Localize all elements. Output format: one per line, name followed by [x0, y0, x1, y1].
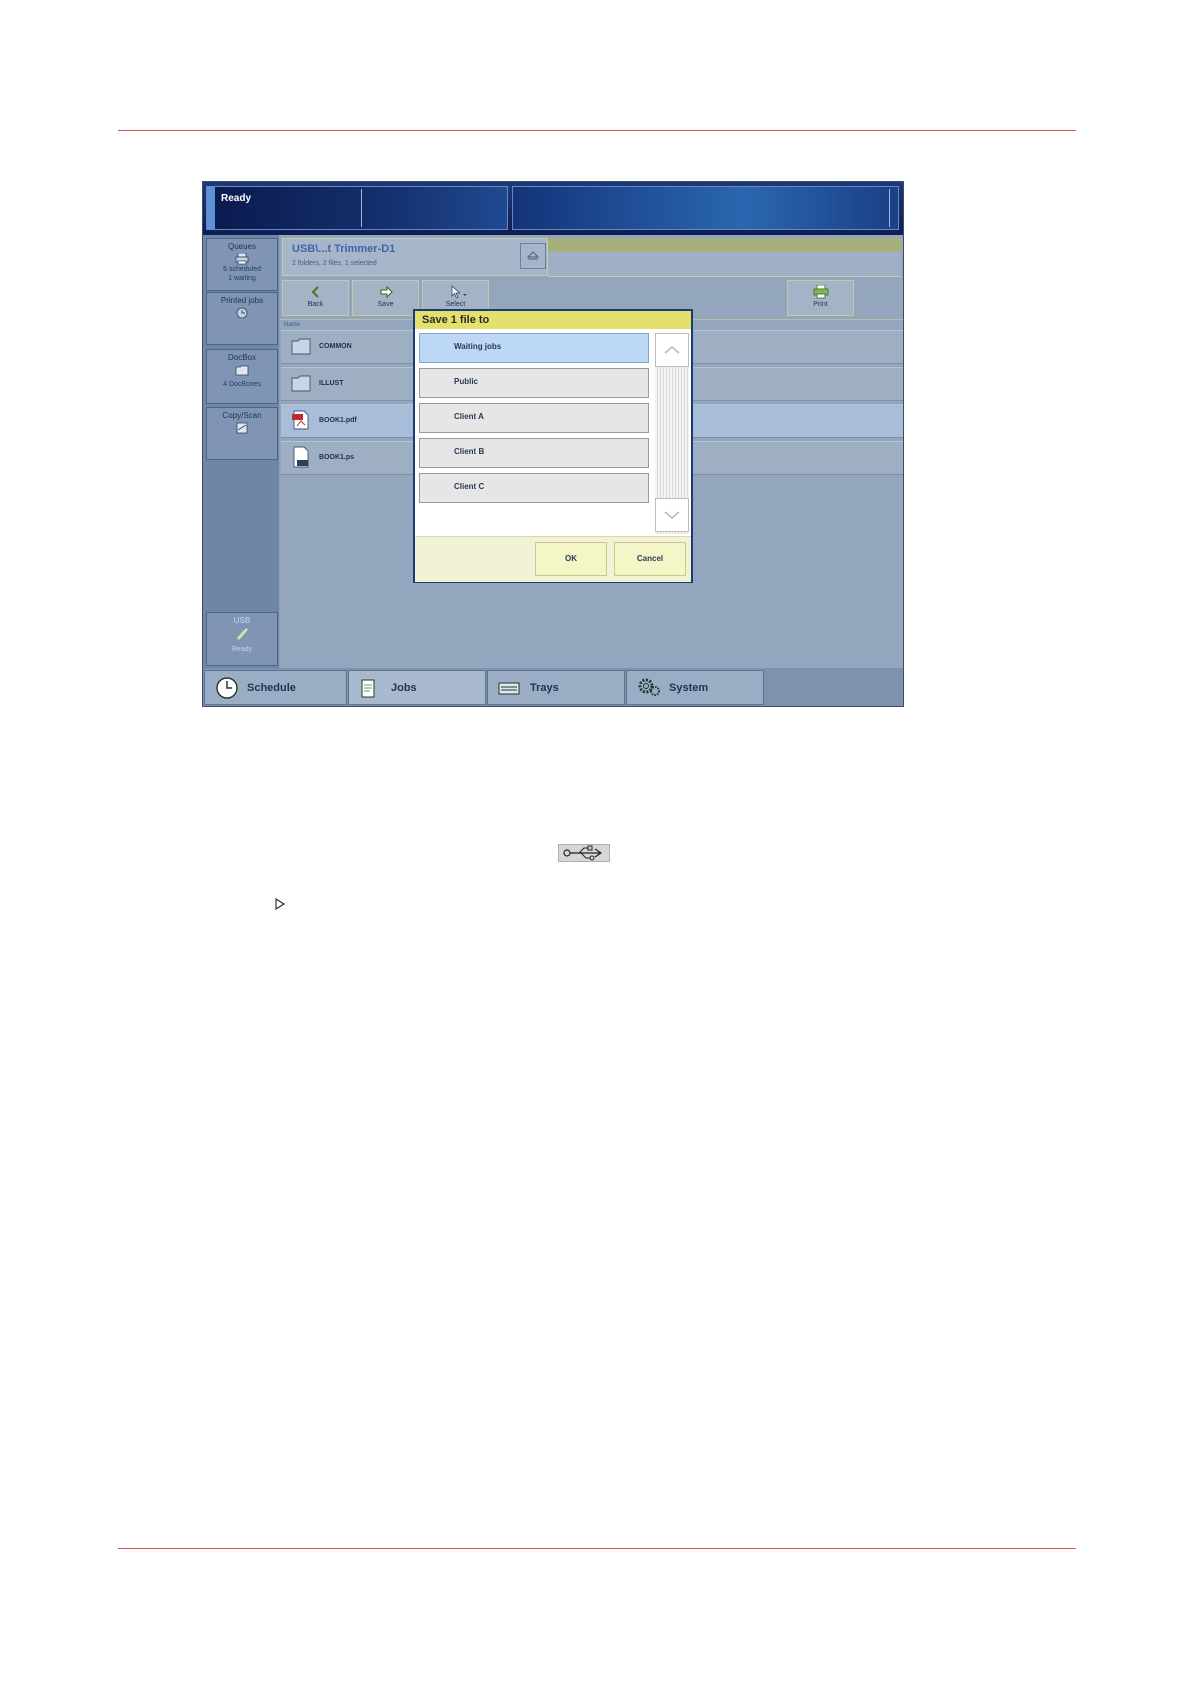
nav-docbox[interactable]: DocBox 4 DocBoxes	[206, 349, 278, 404]
nav-queues-label: Queues	[227, 242, 257, 251]
option-label: Client A	[454, 412, 484, 421]
usb-stick-icon	[236, 628, 248, 640]
printer-icon	[235, 253, 249, 265]
status-divider	[361, 189, 362, 227]
file-name: BOOK1.pdf	[319, 417, 357, 424]
save-arrow-icon	[380, 285, 393, 299]
cancel-button[interactable]: Cancel	[614, 542, 686, 576]
gear-icon	[638, 678, 660, 696]
tab-trays[interactable]: Trays	[487, 670, 625, 705]
status-divider	[889, 189, 890, 227]
dialog-footer: OK Cancel	[415, 536, 691, 582]
usb-key-icon	[558, 844, 610, 862]
bottom-tab-bar: Schedule Jobs Trays System	[203, 668, 903, 706]
scanner-icon	[236, 422, 248, 434]
option-label: Client C	[454, 482, 485, 491]
file-name: COMMON	[319, 343, 352, 350]
trays-icon	[498, 682, 520, 695]
column-header-name: Name	[284, 322, 301, 328]
eject-icon	[526, 251, 540, 260]
option-label: Waiting jobs	[454, 342, 502, 351]
printed-jobs-icon	[236, 307, 248, 319]
printer-icon	[813, 285, 828, 299]
ok-button[interactable]: OK	[535, 542, 607, 576]
tab-system-label: System	[669, 682, 709, 694]
jobs-icon	[361, 679, 375, 698]
tab-trays-label: Trays	[530, 682, 559, 694]
nav-docbox-label: DocBox	[227, 353, 256, 362]
header-band	[548, 252, 901, 277]
nav-queues-waiting: 1 waiting	[228, 275, 256, 282]
usb-symbol-icon	[563, 845, 603, 861]
header-strip	[548, 238, 901, 252]
status-pane-left[interactable]: Ready	[206, 186, 508, 230]
chevron-up-icon	[664, 346, 680, 354]
back-arrow-icon	[311, 286, 319, 298]
tab-jobs[interactable]: Jobs	[348, 670, 486, 705]
nav-docbox-count: 4 DocBoxes	[223, 381, 261, 388]
nav-copy-scan[interactable]: Copy/Scan	[206, 407, 278, 460]
option-waiting-jobs[interactable]: Waiting jobs	[419, 333, 649, 363]
nav-usb[interactable]: USB Ready	[206, 612, 278, 666]
pointer-icon	[451, 285, 467, 299]
save-button[interactable]: Save	[352, 280, 419, 316]
back-label: Back	[307, 301, 324, 308]
nav-queues-scheduled: 6 scheduled	[223, 266, 261, 273]
folder-icon	[235, 365, 249, 376]
nav-usb-label: USB	[233, 616, 251, 625]
page-footer-rule	[118, 1548, 1076, 1549]
nav-usb-status: Ready	[231, 646, 253, 653]
nav-printed-jobs-label: Printed jobs	[220, 296, 264, 305]
tab-schedule[interactable]: Schedule	[204, 670, 347, 705]
file-name: BOOK1.ps	[319, 454, 355, 461]
file-name: ILLUST	[319, 380, 344, 387]
eject-button[interactable]	[520, 243, 546, 269]
folder-icon	[291, 338, 311, 355]
step-marker-icon	[275, 898, 286, 910]
nav-printed-jobs[interactable]: Printed jobs	[206, 292, 278, 345]
clock-icon	[216, 677, 238, 699]
back-button[interactable]: Back	[282, 280, 349, 316]
tab-system[interactable]: System	[626, 670, 764, 705]
print-label: Print	[813, 301, 828, 308]
option-client-a[interactable]: Client A	[419, 403, 649, 433]
scroll-down-button[interactable]	[655, 498, 689, 532]
location-subtitle: 2 folders, 2 files, 1 selected	[292, 260, 377, 267]
select-label: Select	[445, 301, 466, 308]
tab-jobs-label: Jobs	[391, 682, 417, 694]
left-navigation: Queues 6 scheduled 1 waiting Printed job…	[203, 235, 279, 668]
option-client-b[interactable]: Client B	[419, 438, 649, 468]
dialog-title: Save 1 file to	[415, 311, 691, 329]
option-label: Client B	[454, 447, 485, 456]
option-label: Public	[454, 377, 479, 386]
pdf-file-icon	[292, 410, 309, 430]
status-accent	[207, 187, 215, 229]
save-dialog: Save 1 file to Waiting jobs Public Clien…	[413, 309, 693, 583]
option-public[interactable]: Public	[419, 368, 649, 398]
scroll-up-button[interactable]	[655, 333, 689, 367]
folder-icon	[291, 375, 311, 392]
chevron-down-icon	[664, 511, 680, 519]
save-label: Save	[377, 301, 394, 308]
status-bar: Ready	[203, 182, 903, 235]
nav-copy-scan-label: Copy/Scan	[222, 411, 262, 420]
location-title: USB\...t Trimmer-D1	[292, 243, 396, 255]
status-pane-right[interactable]	[512, 186, 899, 230]
page-header-rule	[118, 130, 1076, 131]
ps-file-icon	[293, 446, 309, 468]
print-button[interactable]: Print	[787, 280, 854, 316]
nav-queues[interactable]: Queues 6 scheduled 1 waiting	[206, 238, 278, 291]
option-client-c[interactable]: Client C	[419, 473, 649, 503]
status-text: Ready	[221, 193, 252, 204]
tab-schedule-label: Schedule	[247, 682, 296, 694]
device-screen: Ready Queues 6 scheduled 1 waiting Print…	[202, 181, 904, 707]
location-tab[interactable]: USB\...t Trimmer-D1 2 folders, 2 files, …	[282, 238, 548, 276]
